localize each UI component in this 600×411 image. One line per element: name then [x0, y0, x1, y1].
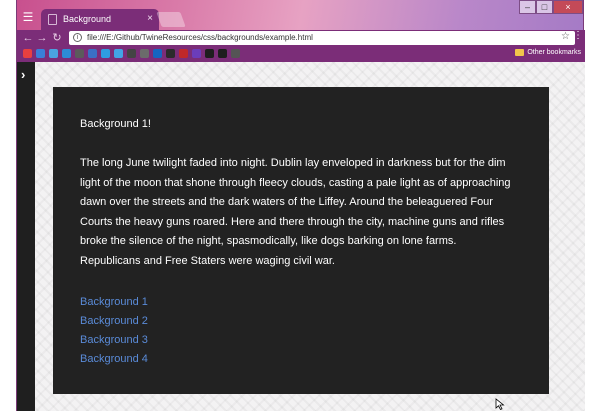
- sidebar-toggle[interactable]: ›: [17, 62, 35, 411]
- bookmark-15-icon[interactable]: [205, 49, 214, 58]
- bookmark-4-icon[interactable]: [62, 49, 71, 58]
- address-text: file:///E:/Github/TwineResources/css/bac…: [87, 33, 313, 42]
- bookmark-13-icon[interactable]: [179, 49, 188, 58]
- folder-icon: [515, 49, 525, 56]
- tab-close-icon[interactable]: ×: [147, 13, 153, 24]
- passage-heading: Background 1!: [80, 118, 151, 130]
- reload-icon[interactable]: ↻: [50, 31, 64, 45]
- bookmark-star-icon[interactable]: ☆: [561, 31, 570, 42]
- address-toolbar: ← → ↻ i file:///E:/Github/TwineResources…: [17, 30, 585, 46]
- bookmark-1-icon[interactable]: [23, 49, 32, 58]
- app-menu-icon[interactable]: ☰: [21, 10, 35, 24]
- link-background-1[interactable]: Background 1: [80, 293, 522, 312]
- story-passage: Background 1! The long June twilight fad…: [53, 87, 549, 394]
- tab-strip: ☰ Background × – □ ×: [17, 0, 585, 30]
- passage-links: Background 1 Background 2 Background 3 B…: [80, 293, 522, 370]
- chevron-right-icon[interactable]: ›: [21, 67, 25, 82]
- forward-arrow-icon[interactable]: →: [35, 31, 49, 45]
- bookmark-10-icon[interactable]: [140, 49, 149, 58]
- bookmark-3-icon[interactable]: [49, 49, 58, 58]
- back-arrow-icon[interactable]: ←: [21, 31, 35, 45]
- window-controls: – □ ×: [519, 0, 583, 16]
- bookmark-7-icon[interactable]: [101, 49, 110, 58]
- bookmark-17-icon[interactable]: [231, 49, 240, 58]
- bookmark-5-icon[interactable]: [75, 49, 84, 58]
- bookmark-6-icon[interactable]: [88, 49, 97, 58]
- bookmark-8-icon[interactable]: [114, 49, 123, 58]
- bookmark-14-icon[interactable]: [192, 49, 201, 58]
- link-background-2[interactable]: Background 2: [80, 312, 522, 331]
- passage-text: The long June twilight faded into night.…: [80, 157, 511, 267]
- bookmark-16-icon[interactable]: [218, 49, 227, 58]
- browser-menu-icon[interactable]: ⋮: [573, 30, 583, 41]
- maximize-button[interactable]: □: [536, 0, 553, 14]
- bookmark-12-icon[interactable]: [166, 49, 175, 58]
- tab-title: Background: [63, 14, 112, 24]
- close-window-button[interactable]: ×: [553, 0, 583, 14]
- bookmark-2-icon[interactable]: [36, 49, 45, 58]
- link-background-4[interactable]: Background 4: [80, 350, 522, 369]
- page-viewport: › Background 1! The long June twilight f…: [17, 62, 585, 411]
- page-favicon-icon: [48, 14, 57, 25]
- mouse-cursor-icon: [495, 398, 505, 410]
- tab-background[interactable]: Background ×: [41, 9, 159, 30]
- bookmark-9-icon[interactable]: [127, 49, 136, 58]
- link-background-3[interactable]: Background 3: [80, 331, 522, 350]
- bookmarks-bar: Other bookmarks: [17, 46, 585, 62]
- other-bookmarks-folder[interactable]: Other bookmarks: [515, 49, 581, 56]
- new-tab-button[interactable]: [156, 12, 186, 27]
- other-bookmarks-label: Other bookmarks: [527, 49, 581, 56]
- bookmark-11-icon[interactable]: [153, 49, 162, 58]
- bookmark-icons: [23, 49, 240, 58]
- browser-window: ☰ Background × – □ × ← → ↻ i file:///E:/…: [16, 0, 585, 411]
- minimize-button[interactable]: –: [519, 0, 536, 14]
- address-bar[interactable]: i file:///E:/Github/TwineResources/css/b…: [69, 31, 575, 45]
- info-icon[interactable]: i: [73, 33, 82, 42]
